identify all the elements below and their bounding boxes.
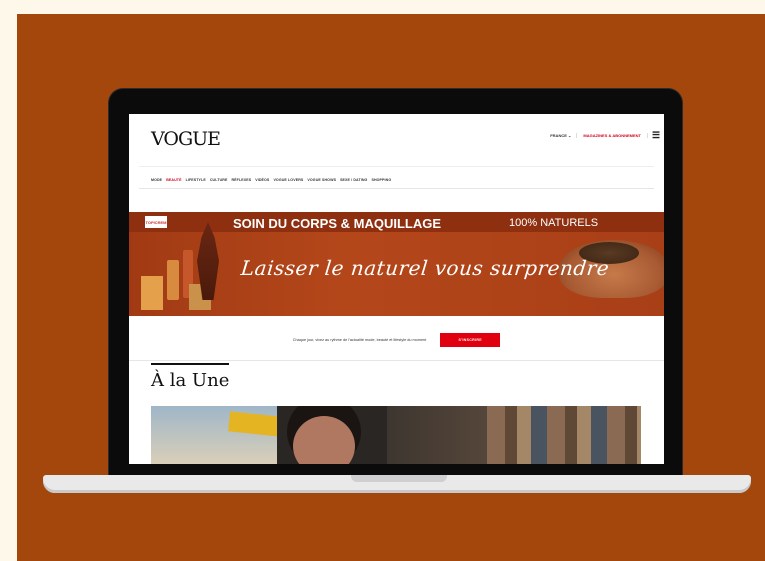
nav-item[interactable]: VOGUE SHOWS	[307, 178, 336, 182]
photo-panel	[387, 406, 487, 464]
nav-item[interactable]: CULTURE	[210, 178, 228, 182]
banner-natural: 100% NATURELS	[509, 217, 599, 229]
section-divider	[129, 360, 664, 361]
subscribe-button[interactable]: S'INSCRIRE	[440, 333, 501, 347]
banner-slogan: Laisser le naturel vous surprendre	[239, 256, 611, 280]
nav-item[interactable]: SEXE / DATING	[340, 178, 367, 182]
nav-item[interactable]: BEAUTÉ	[166, 178, 181, 182]
laptop-screen: VOGUE FRANCE ⌄ MAGAZINES & ABONNEMENT ☰ …	[129, 114, 664, 464]
subscribe-link[interactable]: MAGAZINES & ABONNEMENT	[577, 132, 648, 138]
section-title: À la Une	[151, 370, 230, 391]
nav-item[interactable]: SHOPPING	[371, 178, 391, 182]
ad-banner[interactable]: TOPICREM SOIN DU CORPS & MAQUILLAGE 100%…	[129, 212, 664, 316]
brand-logo: TOPICREM	[145, 216, 167, 228]
header-divider	[139, 166, 654, 167]
newsletter-row: Chaque jour, vivez au rythme de l'actual…	[129, 329, 664, 351]
newsletter-tagline: Chaque jour, vivez au rythme de l'actual…	[292, 338, 427, 342]
nav-item[interactable]: VIDÉOS	[255, 178, 269, 182]
site-header: VOGUE FRANCE ⌄ MAGAZINES & ABONNEMENT ☰	[129, 114, 664, 166]
main-nav: MODE BEAUTÉ LIFESTYLE CULTURE RÉFLEXES VIDÉOS…	[151, 178, 391, 182]
nav-item[interactable]: RÉFLEXES	[231, 178, 251, 182]
nav-item[interactable]: VOGUE LOVERS	[273, 178, 303, 182]
section-accent-bar	[151, 363, 229, 365]
product-box	[141, 276, 163, 310]
hamburger-icon[interactable]: ☰	[648, 130, 664, 141]
region-selector[interactable]: FRANCE ⌄	[545, 132, 578, 138]
laptop-notch	[351, 475, 447, 482]
nav-item[interactable]: MODE	[151, 178, 162, 182]
product-bottle	[167, 260, 179, 300]
nav-divider	[139, 188, 654, 189]
banner-title: SOIN DU CORPS & MAQUILLAGE	[233, 216, 442, 231]
header-actions: FRANCE ⌄ MAGAZINES & ABONNEMENT ☰	[545, 124, 664, 146]
background: VOGUE FRANCE ⌄ MAGAZINES & ABONNEMENT ☰ …	[17, 14, 765, 561]
nav-item[interactable]: LIFESTYLE	[186, 178, 206, 182]
photo-clothing-rack	[487, 406, 641, 464]
site-logo[interactable]: VOGUE	[151, 128, 221, 150]
featured-photo[interactable]	[151, 406, 641, 464]
